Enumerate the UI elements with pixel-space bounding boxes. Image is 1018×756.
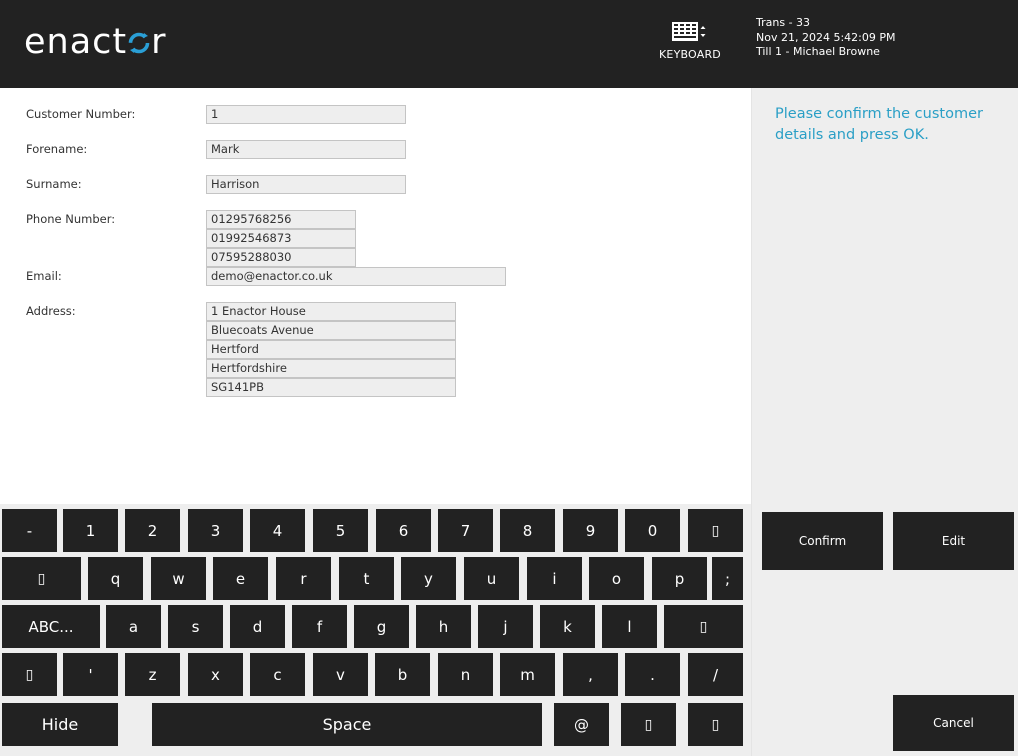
prompt-message: Please confirm the customer details and … bbox=[775, 106, 983, 143]
surname-field[interactable]: Harrison bbox=[206, 175, 406, 194]
keyboard-icon bbox=[672, 22, 706, 41]
address-postcode-field[interactable]: SG141PB bbox=[206, 378, 456, 397]
key-apostrophe[interactable]: ' bbox=[63, 653, 118, 696]
transaction-number: Trans - 33 bbox=[756, 16, 811, 29]
key-k[interactable]: k bbox=[540, 605, 595, 648]
key-y[interactable]: y bbox=[401, 557, 456, 600]
customer-number-field[interactable]: 1 bbox=[206, 105, 406, 124]
key-z[interactable]: z bbox=[125, 653, 180, 696]
key-shift[interactable]: ▯ bbox=[2, 653, 57, 696]
email-field[interactable]: demo@enactor.co.uk bbox=[206, 267, 506, 286]
key-d[interactable]: d bbox=[230, 605, 285, 648]
key-p[interactable]: p bbox=[652, 557, 707, 600]
key-u[interactable]: u bbox=[464, 557, 519, 600]
key-backspace[interactable]: ▯ bbox=[688, 509, 743, 552]
on-screen-keyboard: - 1 2 3 4 5 6 7 8 9 0 ▯ ▯ q w e r t y u … bbox=[0, 504, 751, 756]
forename-field[interactable]: Mark bbox=[206, 140, 406, 159]
key-q[interactable]: q bbox=[88, 557, 143, 600]
transaction-info: Trans - 33 Nov 21, 2024 5:42:09 PM Till … bbox=[756, 16, 895, 60]
key-j[interactable]: j bbox=[478, 605, 533, 648]
email-label: Email: bbox=[26, 269, 62, 283]
key-5[interactable]: 5 bbox=[313, 509, 368, 552]
key-minus[interactable]: - bbox=[2, 509, 57, 552]
till-operator: Till 1 - Michael Browne bbox=[756, 45, 880, 58]
keyboard-toggle-button[interactable]: KEYBOARD bbox=[655, 18, 725, 68]
key-o[interactable]: o bbox=[589, 557, 644, 600]
key-g[interactable]: g bbox=[354, 605, 409, 648]
logo-text: enact bbox=[24, 22, 128, 62]
key-f[interactable]: f bbox=[292, 605, 347, 648]
key-7[interactable]: 7 bbox=[438, 509, 493, 552]
key-8[interactable]: 8 bbox=[500, 509, 555, 552]
transaction-datetime: Nov 21, 2024 5:42:09 PM bbox=[756, 30, 896, 44]
key-slash[interactable]: / bbox=[688, 653, 743, 696]
header-bar: enact r KEYBOARD Trans - 33 Nov 21, 2024 … bbox=[0, 0, 1018, 88]
customer-details-form: Customer Number: 1 Forename: Mark Surnam… bbox=[0, 88, 751, 504]
edit-button[interactable]: Edit bbox=[893, 512, 1014, 570]
key-tab[interactable]: ▯ bbox=[2, 557, 81, 600]
key-x[interactable]: x bbox=[188, 653, 243, 696]
phone-number-label: Phone Number: bbox=[26, 212, 116, 226]
phone-number-field-1[interactable]: 01295768256 bbox=[206, 210, 356, 229]
phone-number-field-3[interactable]: 07595288030 bbox=[206, 248, 356, 267]
side-panel: Please confirm the customer details and … bbox=[751, 88, 1018, 756]
key-9[interactable]: 9 bbox=[563, 509, 618, 552]
key-enter[interactable]: ▯ bbox=[664, 605, 743, 648]
key-at[interactable]: @ bbox=[554, 703, 609, 746]
key-c[interactable]: c bbox=[250, 653, 305, 696]
key-abc-toggle[interactable]: ABC... bbox=[2, 605, 100, 648]
logo-text-end: r bbox=[151, 22, 167, 62]
key-semicolon[interactable]: ; bbox=[712, 557, 743, 600]
key-v[interactable]: v bbox=[313, 653, 368, 696]
key-t[interactable]: t bbox=[339, 557, 394, 600]
key-arrow-left[interactable]: ▯ bbox=[621, 703, 676, 746]
address-label: Address: bbox=[26, 304, 76, 318]
key-w[interactable]: w bbox=[151, 557, 206, 600]
forename-label: Forename: bbox=[26, 142, 88, 156]
key-1[interactable]: 1 bbox=[63, 509, 118, 552]
key-s[interactable]: s bbox=[168, 605, 223, 648]
key-6[interactable]: 6 bbox=[376, 509, 431, 552]
key-b[interactable]: b bbox=[375, 653, 430, 696]
key-m[interactable]: m bbox=[500, 653, 555, 696]
key-space[interactable]: Space bbox=[152, 703, 542, 746]
logo-refresh-icon bbox=[127, 22, 151, 62]
hide-keyboard-button[interactable]: Hide bbox=[2, 703, 118, 746]
key-l[interactable]: l bbox=[602, 605, 657, 648]
keyboard-label: KEYBOARD bbox=[659, 48, 721, 61]
key-period[interactable]: . bbox=[625, 653, 680, 696]
key-r[interactable]: r bbox=[276, 557, 331, 600]
confirm-button[interactable]: Confirm bbox=[762, 512, 883, 570]
enactor-logo: enact r bbox=[24, 20, 167, 64]
key-a[interactable]: a bbox=[106, 605, 161, 648]
address-town-field[interactable]: Hertford bbox=[206, 340, 456, 359]
cancel-button[interactable]: Cancel bbox=[893, 695, 1014, 751]
phone-number-field-2[interactable]: 01992546873 bbox=[206, 229, 356, 248]
key-i[interactable]: i bbox=[527, 557, 582, 600]
key-2[interactable]: 2 bbox=[125, 509, 180, 552]
key-4[interactable]: 4 bbox=[250, 509, 305, 552]
key-h[interactable]: h bbox=[416, 605, 471, 648]
key-comma[interactable]: , bbox=[563, 653, 618, 696]
customer-number-label: Customer Number: bbox=[26, 107, 136, 121]
key-3[interactable]: 3 bbox=[188, 509, 243, 552]
key-0[interactable]: 0 bbox=[625, 509, 680, 552]
address-county-field[interactable]: Hertfordshire bbox=[206, 359, 456, 378]
address-line-1-field[interactable]: 1 Enactor House bbox=[206, 302, 456, 321]
key-e[interactable]: e bbox=[213, 557, 268, 600]
address-line-2-field[interactable]: Bluecoats Avenue bbox=[206, 321, 456, 340]
key-n[interactable]: n bbox=[438, 653, 493, 696]
surname-label: Surname: bbox=[26, 177, 82, 191]
key-arrow-right[interactable]: ▯ bbox=[688, 703, 743, 746]
